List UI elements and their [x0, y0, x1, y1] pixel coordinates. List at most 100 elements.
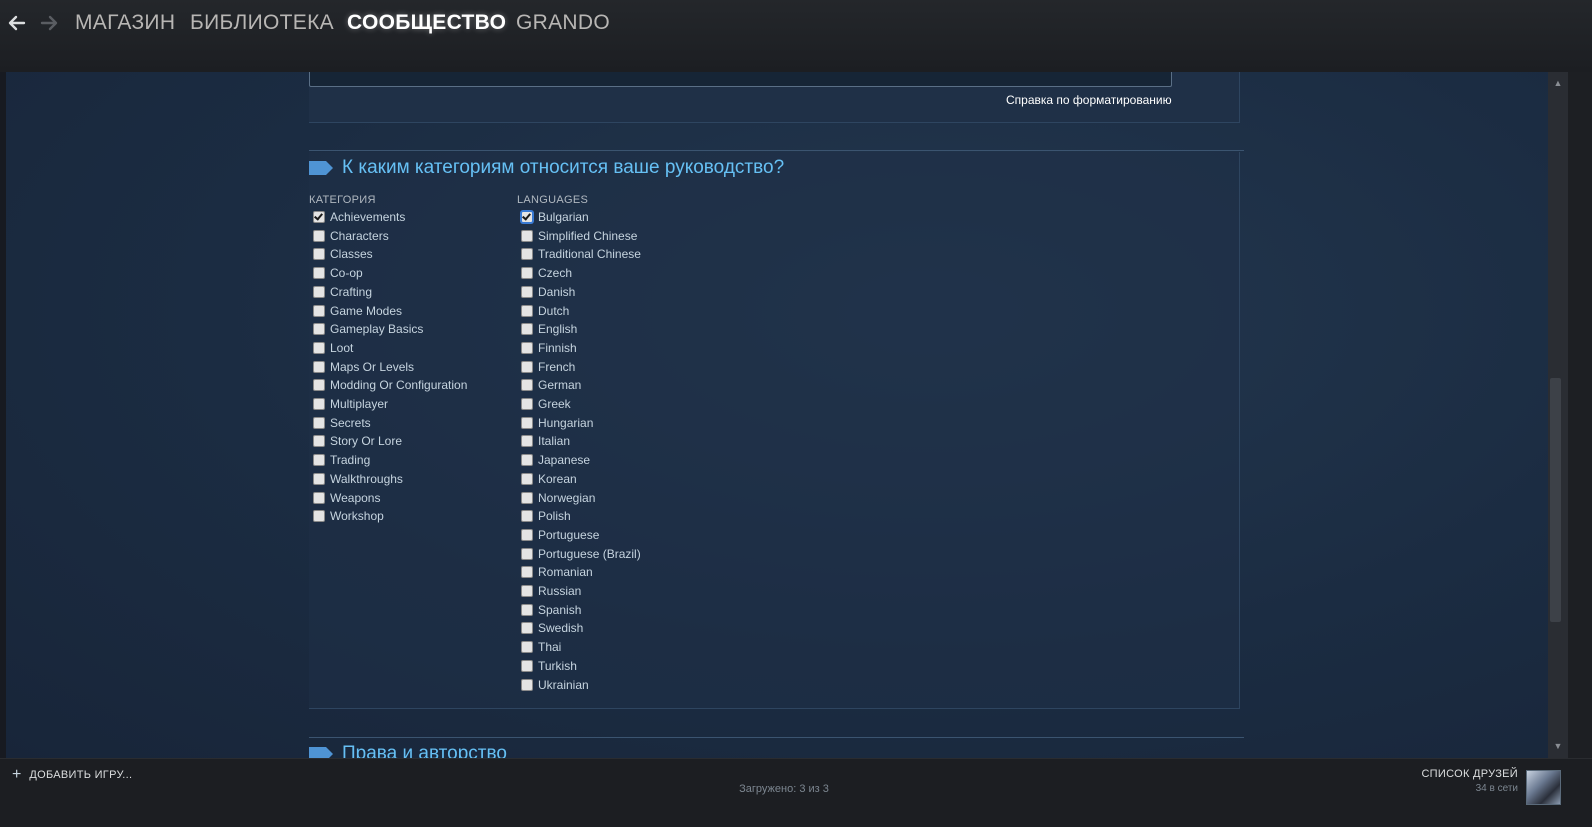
language-checkbox[interactable]: [521, 285, 533, 298]
language-checkbox[interactable]: [521, 341, 533, 354]
language-option[interactable]: Romanian: [518, 563, 593, 581]
nav-profile[interactable]: GRANDO: [516, 11, 610, 35]
category-checkbox[interactable]: [313, 510, 325, 523]
language-checkbox[interactable]: [521, 603, 533, 616]
language-option[interactable]: Finnish: [518, 339, 577, 357]
language-option[interactable]: Spanish: [518, 601, 581, 619]
language-option[interactable]: Greek: [518, 395, 571, 413]
category-option[interactable]: Workshop: [310, 507, 384, 525]
scroll-up-icon[interactable]: ▲: [1551, 76, 1565, 90]
language-option[interactable]: Turkish: [518, 657, 577, 675]
language-option[interactable]: Ukrainian: [518, 676, 589, 694]
language-checkbox[interactable]: [521, 622, 533, 635]
category-checkbox[interactable]: [313, 341, 325, 354]
language-checkbox[interactable]: [521, 641, 533, 654]
category-option[interactable]: Modding Or Configuration: [310, 376, 467, 394]
category-checkbox[interactable]: [313, 472, 325, 485]
language-checkbox[interactable]: [521, 435, 533, 448]
language-option[interactable]: Traditional Chinese: [518, 245, 641, 263]
category-checkbox[interactable]: [313, 211, 325, 223]
language-option[interactable]: Danish: [518, 283, 575, 301]
scroll-thumb[interactable]: [1550, 378, 1561, 622]
language-checkbox[interactable]: [521, 510, 533, 523]
language-checkbox[interactable]: [521, 678, 533, 691]
language-checkbox[interactable]: [521, 360, 533, 373]
category-checkbox[interactable]: [313, 248, 325, 261]
category-option[interactable]: Co-op: [310, 264, 363, 282]
category-checkbox[interactable]: [313, 454, 325, 467]
language-option[interactable]: Korean: [518, 470, 577, 488]
category-option[interactable]: Multiplayer: [310, 395, 388, 413]
category-option[interactable]: Trading: [310, 451, 370, 469]
language-checkbox[interactable]: [521, 248, 533, 261]
vertical-scrollbar[interactable]: ▲ ▼: [1548, 72, 1568, 758]
language-option[interactable]: Russian: [518, 582, 581, 600]
language-checkbox[interactable]: [521, 323, 533, 336]
category-checkbox[interactable]: [313, 360, 325, 373]
category-option[interactable]: Gameplay Basics: [310, 320, 423, 338]
category-option[interactable]: Story Or Lore: [310, 432, 402, 450]
arrow-right-icon[interactable]: [38, 12, 60, 34]
language-option[interactable]: French: [518, 358, 575, 376]
nav-store[interactable]: МАГАЗИН: [75, 11, 175, 35]
category-checkbox[interactable]: [313, 491, 325, 504]
formatting-help-link[interactable]: Справка по форматированию: [1006, 93, 1172, 107]
language-checkbox[interactable]: [521, 659, 533, 672]
language-option[interactable]: Japanese: [518, 451, 590, 469]
language-checkbox[interactable]: [521, 229, 533, 242]
language-checkbox[interactable]: [521, 267, 533, 280]
language-option[interactable]: Norwegian: [518, 489, 595, 507]
language-checkbox[interactable]: [521, 304, 533, 317]
language-checkbox[interactable]: [521, 379, 533, 392]
language-option[interactable]: Hungarian: [518, 414, 593, 432]
category-checkbox[interactable]: [313, 229, 325, 242]
language-option[interactable]: English: [518, 320, 577, 338]
language-option[interactable]: German: [518, 376, 581, 394]
category-option[interactable]: Weapons: [310, 489, 380, 507]
category-option[interactable]: Secrets: [310, 414, 371, 432]
category-option[interactable]: Crafting: [310, 283, 372, 301]
category-option[interactable]: Characters: [310, 227, 389, 245]
language-option[interactable]: Dutch: [518, 302, 569, 320]
category-option[interactable]: Loot: [310, 339, 353, 357]
category-option[interactable]: Classes: [310, 245, 373, 263]
language-option[interactable]: Simplified Chinese: [518, 227, 637, 245]
language-option[interactable]: Portuguese: [518, 526, 599, 544]
category-checkbox[interactable]: [313, 267, 325, 280]
language-option[interactable]: Bulgarian: [518, 208, 589, 226]
arrow-left-icon[interactable]: [6, 12, 28, 34]
category-option[interactable]: Maps Or Levels: [310, 358, 414, 376]
language-option[interactable]: Swedish: [518, 619, 583, 637]
category-checkbox[interactable]: [313, 398, 325, 410]
category-checkbox[interactable]: [313, 416, 325, 429]
language-checkbox[interactable]: [521, 585, 533, 597]
avatar[interactable]: [1526, 770, 1561, 805]
add-game-button[interactable]: + ДОБАВИТЬ ИГРУ...: [12, 767, 132, 783]
language-checkbox[interactable]: [521, 528, 533, 541]
language-option[interactable]: Czech: [518, 264, 572, 282]
language-option[interactable]: Polish: [518, 507, 571, 525]
category-option[interactable]: Achievements: [310, 208, 405, 226]
category-option[interactable]: Walkthroughs: [310, 470, 403, 488]
language-checkbox[interactable]: [521, 566, 533, 579]
language-option[interactable]: Thai: [518, 638, 561, 656]
nav-community[interactable]: СООБЩЕСТВО: [347, 11, 506, 35]
category-option[interactable]: Game Modes: [310, 302, 402, 320]
category-checkbox[interactable]: [313, 304, 325, 317]
scroll-down-icon[interactable]: ▼: [1551, 739, 1565, 753]
category-checkbox[interactable]: [313, 285, 325, 298]
category-checkbox[interactable]: [313, 379, 325, 392]
language-checkbox[interactable]: [521, 398, 533, 410]
language-checkbox[interactable]: [521, 472, 533, 485]
friends-list-button[interactable]: СПИСОК ДРУЗЕЙ 34 в сети: [1421, 768, 1518, 794]
nav-library[interactable]: БИБЛИОТЕКА: [190, 11, 334, 35]
language-checkbox[interactable]: [521, 491, 533, 504]
language-option[interactable]: Italian: [518, 432, 570, 450]
language-option[interactable]: Portuguese (Brazil): [518, 545, 641, 563]
language-checkbox[interactable]: [521, 454, 533, 467]
language-checkbox[interactable]: [521, 211, 533, 223]
description-textarea[interactable]: [309, 72, 1172, 87]
language-checkbox[interactable]: [521, 416, 533, 429]
category-checkbox[interactable]: [313, 435, 325, 448]
category-checkbox[interactable]: [313, 323, 325, 336]
